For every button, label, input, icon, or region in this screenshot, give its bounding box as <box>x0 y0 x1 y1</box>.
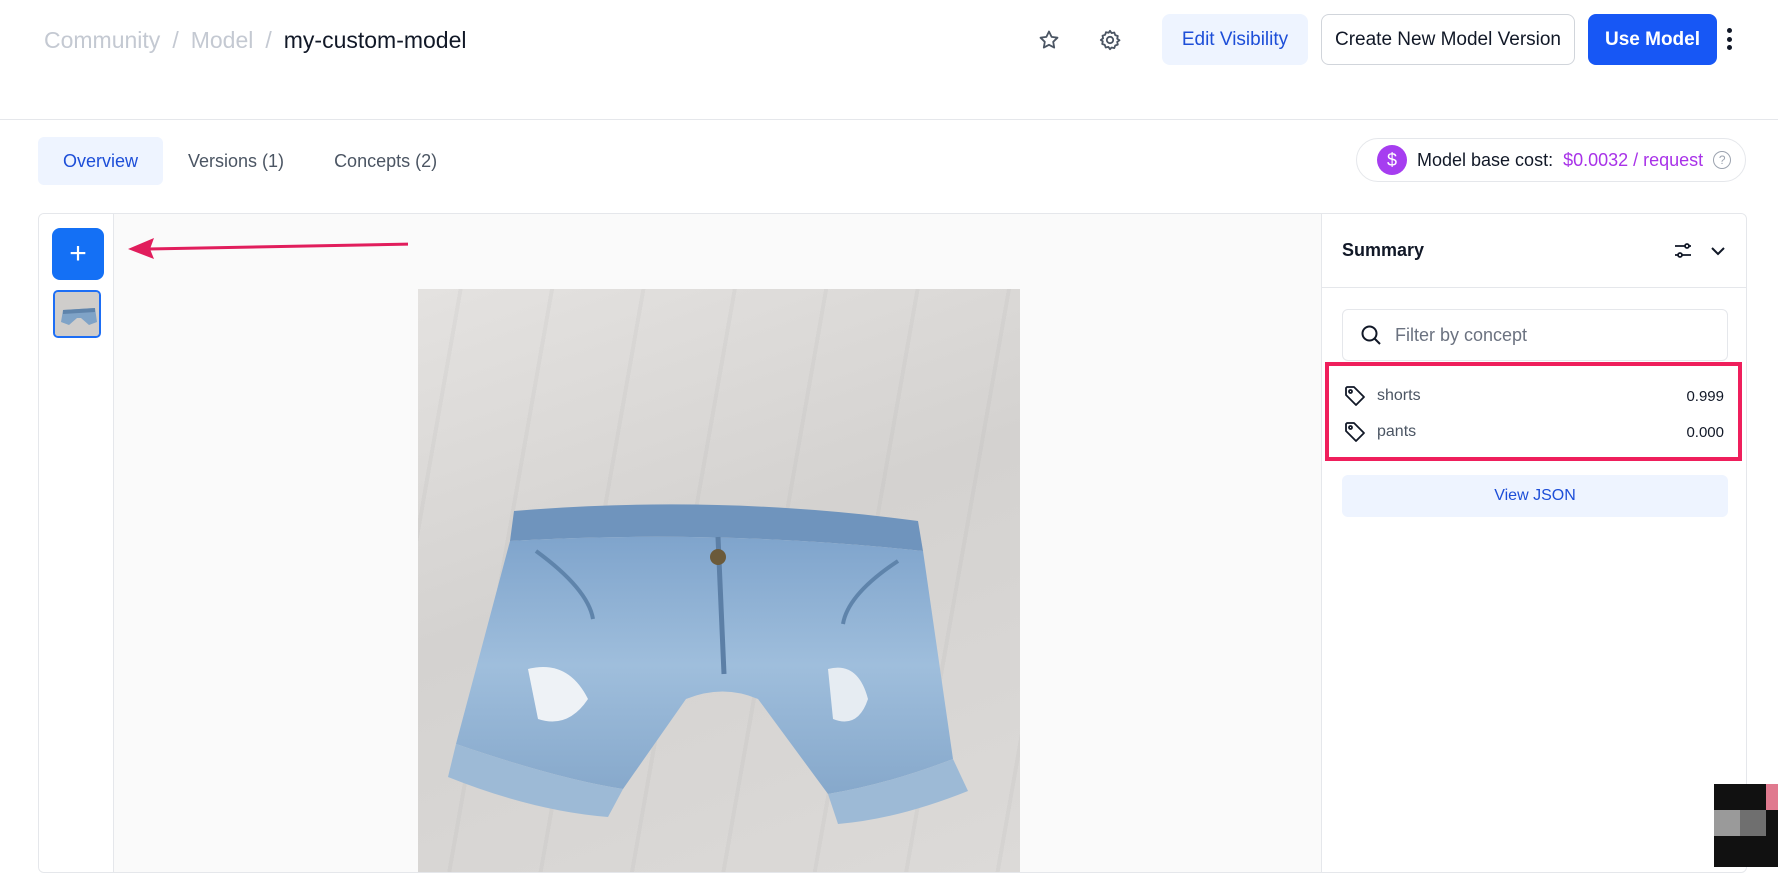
thumbnail-image <box>55 292 99 336</box>
breadcrumb-separator: / <box>265 26 272 53</box>
concept-value: 0.999 <box>1686 387 1724 405</box>
sliders-icon[interactable] <box>1672 240 1694 262</box>
workspace: + Summary Filter by concept shorts 0.999… <box>38 213 1747 873</box>
tab-concepts[interactable]: Concepts (2) <box>309 137 462 185</box>
concept-row[interactable]: shorts 0.999 <box>1343 378 1724 414</box>
input-rail: + <box>39 214 114 872</box>
use-model-button[interactable]: Use Model <box>1588 14 1717 65</box>
gear-icon <box>1099 29 1121 51</box>
breadcrumb-separator: / <box>172 26 179 53</box>
tab-overview[interactable]: Overview <box>38 137 164 185</box>
summary-title: Summary <box>1342 240 1425 260</box>
chevron-down-icon[interactable] <box>1708 241 1728 261</box>
summary-header: Summary <box>1322 214 1746 288</box>
summary-panel: Summary shorts <box>1321 214 1746 872</box>
page-title: my-custom-model <box>283 26 467 53</box>
image-canvas <box>114 214 1321 872</box>
kebab-menu-icon[interactable] <box>1722 24 1736 54</box>
help-widget[interactable] <box>1714 784 1778 867</box>
cost-label: Model base cost: <box>1417 149 1554 170</box>
model-cost-pill: $ Model base cost: $0.0032 / request ? <box>1356 138 1746 182</box>
cost-value: $0.0032 / request <box>1563 149 1704 170</box>
edit-visibility-button[interactable]: Edit Visibility <box>1162 14 1308 65</box>
star-icon <box>1039 30 1059 49</box>
filter-concept-input[interactable] <box>1395 324 1715 346</box>
search-icon <box>1361 325 1381 345</box>
input-image <box>418 289 1020 872</box>
filter-concept-field <box>1342 309 1728 361</box>
concept-results: shorts 0.999 pants 0.000 <box>1325 362 1742 461</box>
dollar-icon: $ <box>1377 145 1407 175</box>
tab-versions[interactable]: Versions (1) <box>163 137 309 185</box>
input-thumbnail[interactable] <box>53 290 101 338</box>
add-input-button[interactable]: + <box>52 228 104 280</box>
breadcrumb-community[interactable]: Community <box>44 27 160 54</box>
help-icon[interactable]: ? <box>1713 151 1732 169</box>
top-bar: Community / Model / my-custom-model Edit… <box>0 0 1778 120</box>
star-button[interactable] <box>1031 22 1067 58</box>
concept-value: 0.000 <box>1686 423 1724 441</box>
breadcrumb-model[interactable]: Model <box>191 27 254 54</box>
view-json-button[interactable]: View JSON <box>1342 475 1728 517</box>
concept-name: pants <box>1377 423 1417 440</box>
breadcrumb: Community / Model / my-custom-model <box>44 25 467 55</box>
concept-row[interactable]: pants 0.000 <box>1343 414 1724 450</box>
annotation-arrow <box>128 238 408 259</box>
tab-bar: Overview Versions (1) Concepts (2) <box>38 137 462 185</box>
denim-shorts-image <box>448 504 968 824</box>
concept-name: shorts <box>1377 387 1421 404</box>
tag-icon <box>1345 386 1365 406</box>
settings-button[interactable] <box>1092 22 1128 58</box>
tag-icon <box>1345 422 1365 442</box>
create-model-version-button[interactable]: Create New Model Version <box>1321 14 1575 65</box>
